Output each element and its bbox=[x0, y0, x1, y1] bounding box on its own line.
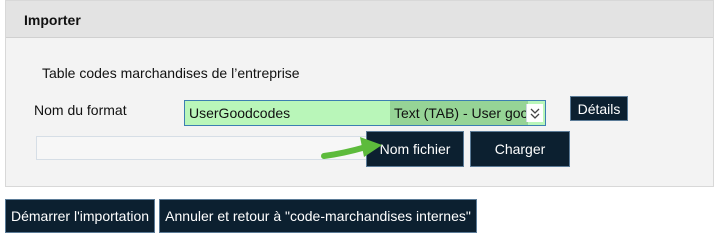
section-subtitle: Table codes marchandises de l’entreprise bbox=[42, 65, 300, 81]
panel-title: Importer bbox=[24, 12, 81, 28]
details-button[interactable]: Détails bbox=[570, 96, 628, 121]
file-path-field[interactable] bbox=[36, 136, 368, 160]
load-button[interactable]: Charger bbox=[470, 131, 570, 167]
import-panel: Importer Table codes marchandises de l’e… bbox=[5, 0, 714, 187]
green-arrow-icon bbox=[321, 137, 382, 159]
format-select[interactable]: UserGoodcodes Text (TAB) - User goo bbox=[184, 100, 546, 126]
format-selected-type: Text (TAB) - User goo bbox=[390, 101, 528, 125]
format-selected-name: UserGoodcodes bbox=[189, 105, 291, 121]
cancel-return-button[interactable]: Annuler et retour à "code-marchandises i… bbox=[159, 199, 477, 233]
format-name-label: Nom du format bbox=[34, 102, 127, 118]
start-import-button[interactable]: Démarrer l'importation bbox=[5, 199, 155, 233]
chevron-down-icon[interactable] bbox=[526, 104, 543, 122]
panel-header: Importer bbox=[6, 1, 713, 38]
